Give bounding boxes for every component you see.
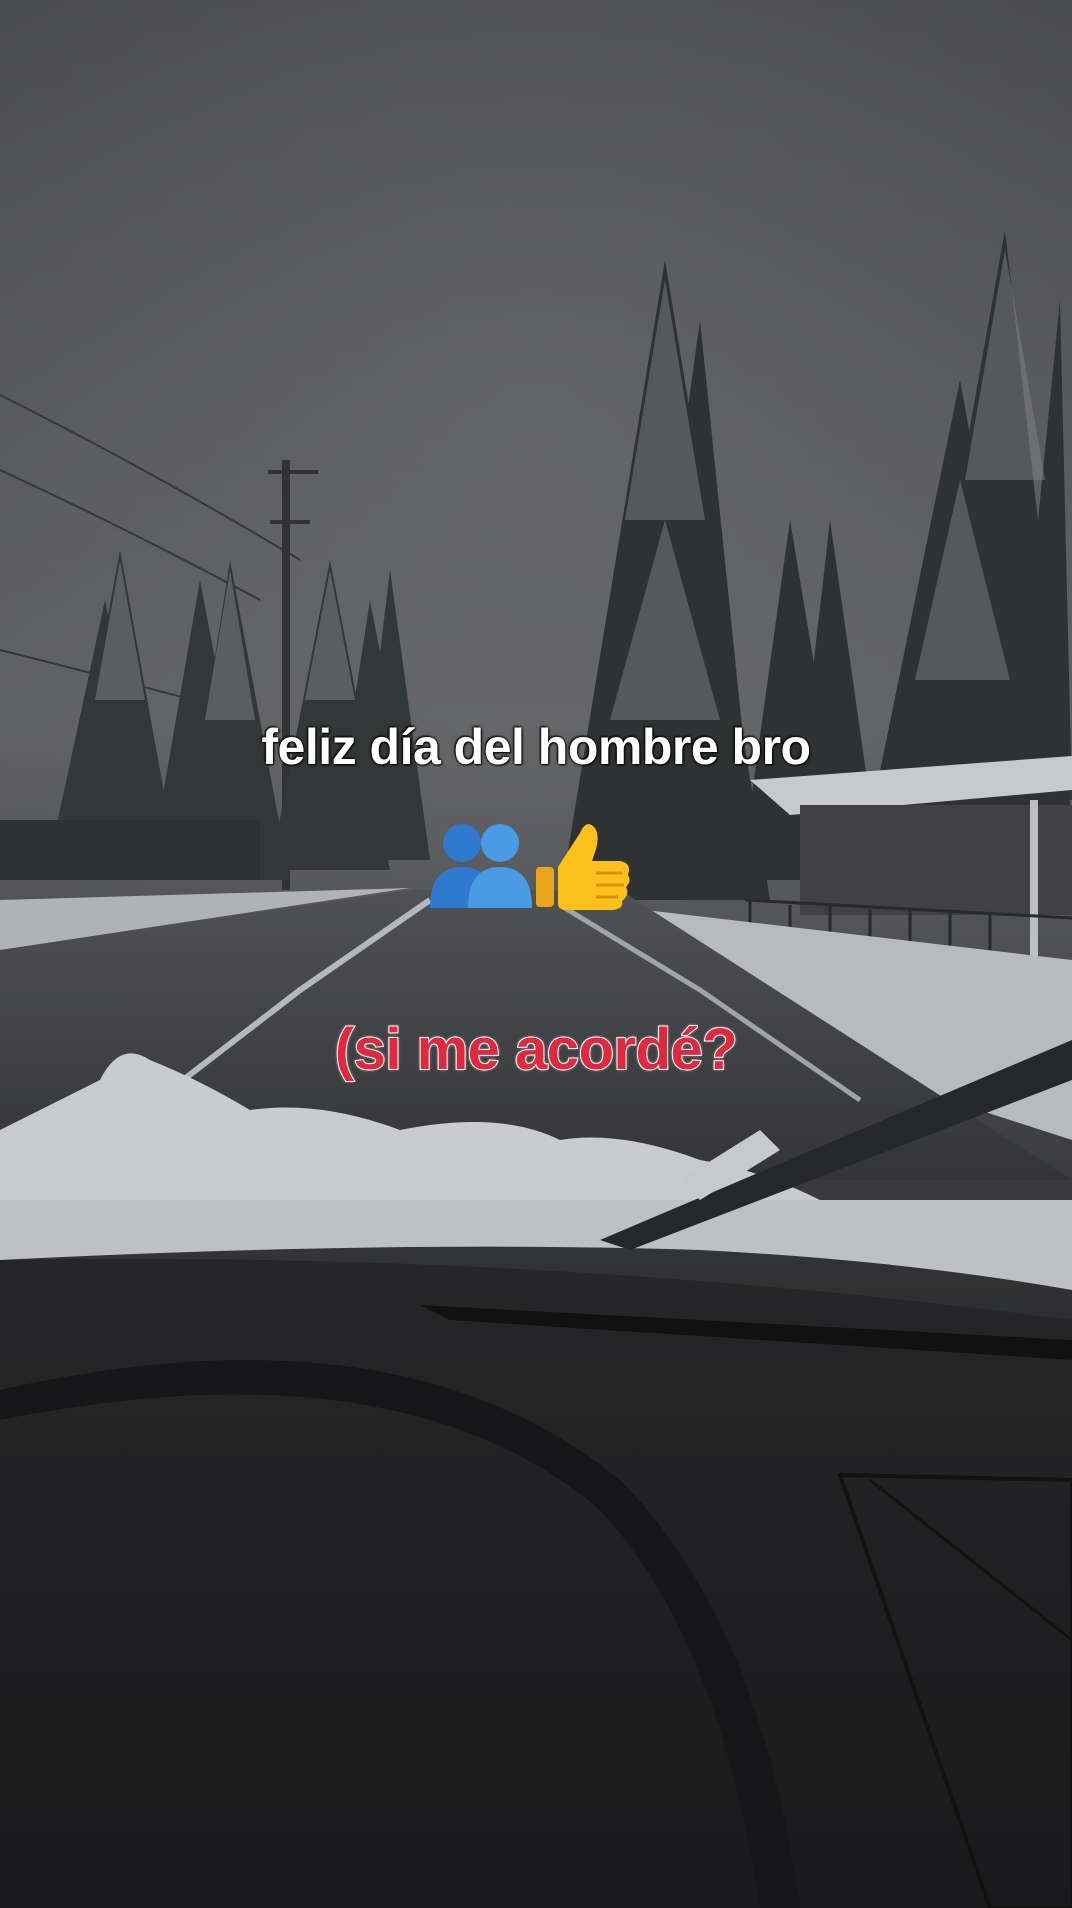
video-frame: feliz día del hombre bro (si me acordé?: [0, 0, 1072, 1908]
dim-overlay: [0, 0, 1072, 1908]
people-silhouettes-emoji: [430, 824, 532, 908]
thumbs-up-emoji: [536, 824, 630, 910]
snowy-road-scene: [0, 0, 1072, 1908]
caption-line-2: (si me acordé?: [334, 1016, 739, 1083]
emoji-row: [430, 824, 630, 910]
caption-line-1: feliz día del hombre bro: [261, 719, 811, 775]
